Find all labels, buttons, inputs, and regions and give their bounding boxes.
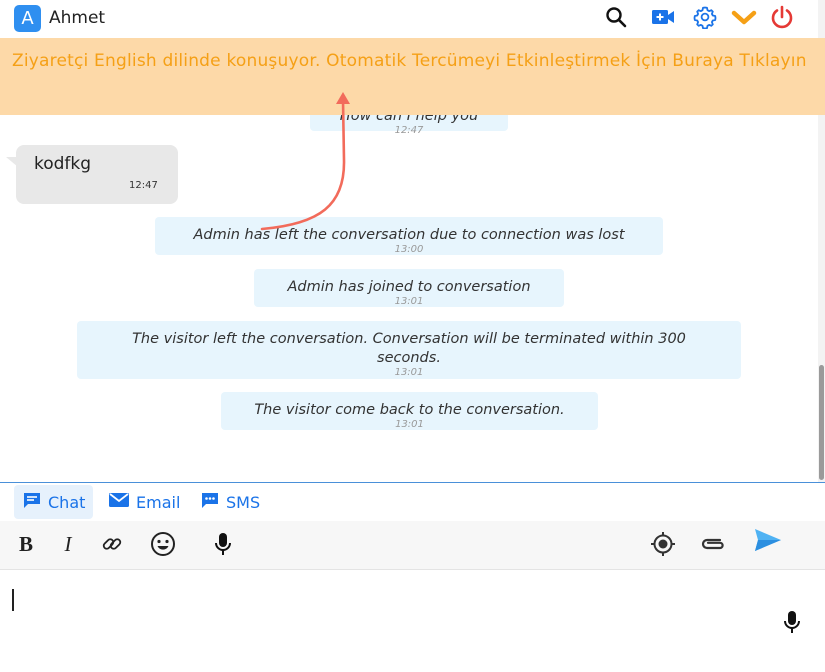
microphone-icon[interactable]: [777, 607, 807, 637]
message-list: How can I help you 12:47 kodfkg 12:47 Ad…: [0, 115, 818, 482]
avatar: A: [14, 5, 41, 32]
message-time: 12:47: [394, 125, 424, 136]
send-icon[interactable]: [753, 525, 783, 555]
emoji-icon[interactable]: [148, 529, 178, 559]
message-text: The visitor left the conversation. Conve…: [132, 331, 686, 366]
message-text: How can I help you: [339, 115, 479, 124]
message-time: 13:01: [394, 367, 424, 378]
message-text: Admin has left the conversation due to c…: [193, 227, 625, 243]
bold-button[interactable]: B: [11, 529, 41, 559]
format-toolbar: B I: [0, 521, 825, 569]
tab-chat[interactable]: Chat: [14, 485, 94, 519]
visitor-message-bubble: kodfkg 12:47: [6, 145, 178, 204]
tab-email[interactable]: Email: [100, 485, 188, 519]
location-icon[interactable]: [648, 529, 678, 559]
system-message: Admin has left the conversation due to c…: [155, 217, 663, 255]
scrollbar-thumb[interactable]: [819, 365, 824, 480]
message-composer: [0, 569, 825, 672]
sms-icon: [200, 490, 220, 514]
tab-label: SMS: [226, 492, 261, 512]
microphone-icon[interactable]: [208, 529, 238, 559]
message-time: 13:00: [394, 244, 424, 255]
message-text: kodfkg: [34, 154, 92, 174]
channel-tabs: Chat Email SMS: [0, 483, 825, 521]
chat-icon: [22, 490, 42, 514]
chevron-down-icon[interactable]: [731, 4, 757, 30]
chat-window: A Ahmet Ziyaretçi English dilinde konuşu…: [0, 0, 825, 672]
system-message: How can I help you 12:47: [310, 115, 508, 136]
gear-icon[interactable]: [692, 4, 718, 30]
system-message: Admin has joined to conversation 13:01: [254, 269, 564, 307]
message-text: Admin has joined to conversation: [287, 279, 531, 295]
message-text: The visitor come back to the conversatio…: [254, 402, 565, 418]
email-icon: [108, 491, 130, 513]
search-icon[interactable]: [603, 4, 629, 30]
video-add-icon[interactable]: [650, 4, 676, 30]
system-message: The visitor come back to the conversatio…: [221, 392, 598, 430]
message-time: 13:01: [394, 296, 424, 307]
message-time: 13:01: [395, 419, 424, 430]
auto-translate-banner[interactable]: Ziyaretçi English dilinde konuşuyor. Oto…: [0, 38, 825, 115]
message-time: 12:47: [129, 180, 158, 191]
tab-sms[interactable]: SMS: [192, 485, 268, 519]
tab-label: Email: [136, 492, 181, 512]
power-icon[interactable]: [769, 4, 795, 30]
agent-name: Ahmet: [49, 8, 106, 28]
tab-label: Chat: [48, 492, 86, 512]
chat-header: A Ahmet: [0, 0, 825, 38]
link-icon[interactable]: [97, 529, 127, 559]
italic-button[interactable]: I: [53, 529, 83, 559]
message-input[interactable]: [10, 578, 770, 658]
attachment-icon[interactable]: [697, 529, 727, 559]
system-message: The visitor left the conversation. Conve…: [77, 321, 741, 379]
